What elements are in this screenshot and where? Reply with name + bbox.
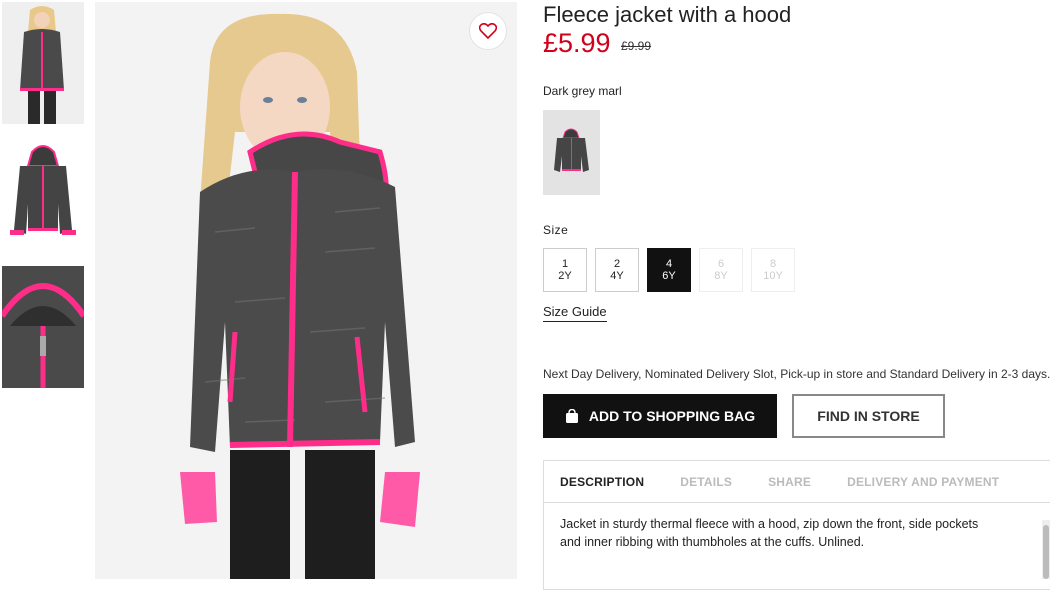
heart-icon: [479, 23, 497, 39]
size-option-number: 4: [665, 258, 673, 270]
main-product-image: [95, 2, 517, 579]
current-price: £5.99: [543, 28, 611, 58]
size-option-age: 10Y: [763, 270, 783, 282]
thumbnail-model[interactable]: [2, 2, 84, 124]
size-label: Size: [543, 223, 569, 237]
description-text: Jacket in sturdy thermal fleece with a h…: [560, 517, 979, 549]
size-option-2y[interactable]: 1 2Y: [543, 248, 587, 292]
size-option-number: 6: [717, 258, 725, 270]
color-swatch-dark-grey-marl[interactable]: [543, 110, 600, 195]
size-options: 1 2Y 2 4Y 4 6Y 6 8Y 8 10Y: [543, 248, 795, 292]
find-in-store-button[interactable]: FIND IN STORE: [792, 394, 945, 438]
delivery-info: Next Day Delivery, Nominated Delivery Sl…: [543, 367, 1050, 381]
size-option-10y: 8 10Y: [751, 248, 795, 292]
tab-description[interactable]: DESCRIPTION: [560, 475, 644, 489]
size-option-age: 2Y: [558, 270, 572, 282]
old-price: £9.99: [621, 39, 652, 53]
product-info-tabs: DESCRIPTION DETAILS SHARE DELIVERY AND P…: [543, 460, 1050, 590]
thumbnail-hood-detail[interactable]: [2, 266, 84, 388]
tab-details[interactable]: DETAILS: [680, 475, 732, 489]
size-option-number: 8: [769, 258, 777, 270]
tab-delivery-and-payment[interactable]: DELIVERY AND PAYMENT: [847, 475, 999, 489]
size-option-age: 6Y: [662, 270, 676, 282]
size-option-age: 4Y: [610, 270, 624, 282]
tab-share[interactable]: SHARE: [768, 475, 811, 489]
color-name: Dark grey marl: [543, 84, 622, 98]
add-to-bag-label: ADD TO SHOPPING BAG: [588, 408, 756, 424]
favorite-button[interactable]: [469, 12, 507, 50]
child-in-fleece-jacket-illustration: [95, 2, 517, 579]
thumbnail-jacket-front[interactable]: [2, 134, 84, 256]
size-option-number: 1: [561, 258, 569, 270]
size-guide-link[interactable]: Size Guide: [543, 304, 607, 322]
size-option-6y[interactable]: 4 6Y: [647, 248, 691, 292]
size-option-4y[interactable]: 2 4Y: [595, 248, 639, 292]
size-option-number: 2: [613, 258, 621, 270]
shopping-bag-icon: [565, 409, 578, 423]
scrollbar-thumb[interactable]: [1043, 525, 1049, 579]
jacket-swatch-image: [543, 110, 600, 195]
tab-bar: DESCRIPTION DETAILS SHARE DELIVERY AND P…: [544, 461, 1050, 503]
product-title: Fleece jacket with a hood: [543, 2, 792, 27]
size-option-age: 8Y: [714, 270, 728, 282]
size-option-8y: 6 8Y: [699, 248, 743, 292]
add-to-bag-button[interactable]: ADD TO SHOPPING BAG: [543, 394, 777, 438]
